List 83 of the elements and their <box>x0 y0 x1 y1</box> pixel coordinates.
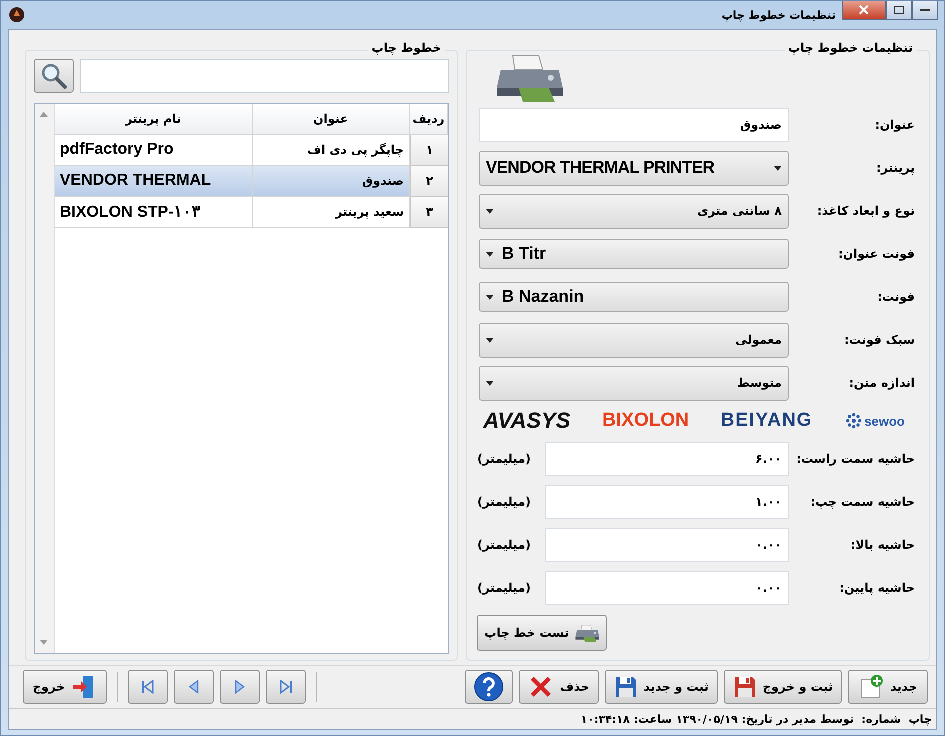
unit-label: (میلیمتر) <box>477 538 531 552</box>
search-icon <box>41 63 67 89</box>
search-button[interactable] <box>34 59 74 93</box>
help-icon <box>474 672 504 702</box>
table-cell: چاپگر پی دی اف <box>253 135 410 166</box>
table-cell: سعید پرینتر <box>253 197 410 228</box>
previous-button[interactable] <box>174 670 214 704</box>
dropdown[interactable]: ۸ سانتی متری <box>479 194 789 228</box>
table-cell: صندوق <box>253 166 410 197</box>
field-label: سبک فونت: <box>843 333 916 347</box>
dropdown[interactable]: معمولی <box>479 322 789 358</box>
window-title: تنظیمات خطوط چاپ <box>722 8 836 22</box>
last-button[interactable] <box>266 670 306 704</box>
unit-label: (میلیمتر) <box>477 452 531 466</box>
group-title: خطوط چاپ <box>368 41 446 55</box>
unit-label: (میلیمتر) <box>477 495 531 509</box>
dropdown-caret-icon <box>486 380 494 386</box>
first-record-icon <box>141 680 155 694</box>
field-label: فونت: <box>876 290 916 304</box>
dropdown[interactable]: B Nazanin <box>479 282 789 312</box>
exit-button[interactable]: خروج <box>23 670 107 704</box>
next-icon <box>235 680 245 694</box>
printer-icon <box>575 624 600 642</box>
field-label: حاشیه پایین: <box>838 581 916 595</box>
brand-logo: BIXOLON <box>602 410 690 432</box>
field-label: حاشیه سمت راست: <box>796 452 916 466</box>
group-title: تنظیمات خطوط چاپ <box>784 41 917 55</box>
brand-logo: BEIYANG <box>720 410 813 432</box>
dropdown-caret-icon <box>486 294 494 300</box>
dot-burst-icon <box>844 412 863 430</box>
close-button[interactable] <box>842 1 886 20</box>
delete-button[interactable]: حذف <box>518 670 599 704</box>
brand-logo: AVASYS <box>483 408 571 434</box>
minimize-icon <box>920 8 930 12</box>
status-text: چاپ شماره: توسط مدیر در تاریخ: ۱۳۹۰/۰۵/۱۹ ساعت: ۱۰:۳۴:۱۸ <box>580 712 932 726</box>
search-field[interactable] <box>80 59 450 93</box>
margin-field[interactable]: ۱.۰۰ <box>545 485 789 519</box>
scroll-down-icon <box>40 640 48 645</box>
dropdown-caret-icon <box>486 208 494 214</box>
test-print-button[interactable]: تست خط چاپ <box>477 615 608 651</box>
table-cell: BIXOLON STP-۱۰۳ <box>55 197 253 228</box>
row-number: ۱ <box>410 135 448 166</box>
column-header[interactable]: عنوان <box>253 104 410 135</box>
dropdown[interactable]: متوسط <box>479 366 789 400</box>
field-label: حاشیه بالا: <box>850 538 916 552</box>
row-number: ۲ <box>410 166 448 197</box>
margin-field[interactable]: ۰.۰۰ <box>545 571 789 605</box>
help-button[interactable] <box>464 670 513 704</box>
last-record-icon <box>279 680 293 694</box>
previous-icon <box>189 680 199 694</box>
first-button[interactable] <box>128 670 168 704</box>
maximize-icon <box>894 6 904 14</box>
new-button[interactable]: جدید <box>848 670 928 704</box>
column-header[interactable]: نام پرینتر <box>55 104 253 135</box>
field-label: اندازه متن: <box>848 376 916 390</box>
unit-label: (میلیمتر) <box>477 581 531 595</box>
minimize-button[interactable] <box>912 1 938 20</box>
dropdown-caret-icon <box>774 166 782 170</box>
column-header[interactable]: ردیف <box>410 104 448 135</box>
field-label: حاشیه سمت چپ: <box>810 495 916 509</box>
field-label: فونت عنوان: <box>837 247 916 261</box>
scrollbar[interactable] <box>35 104 55 653</box>
save-new-button[interactable]: ثبت و جدید <box>604 670 718 704</box>
title-field[interactable]: صندوق <box>479 108 789 142</box>
dropdown[interactable]: B Titr <box>479 239 789 269</box>
maximize-button[interactable] <box>886 1 912 20</box>
row-number: ۳ <box>410 197 448 228</box>
brand-logo: sewoo <box>864 414 905 428</box>
dropdown-caret-icon <box>486 338 494 342</box>
table-cell: pdfFactory Pro <box>55 135 253 166</box>
dropdown[interactable]: VENDOR THERMAL PRINTER <box>479 150 789 186</box>
field-label: نوع و ابعاد کاغذ: <box>816 204 916 218</box>
app-icon <box>9 7 25 23</box>
field-label: پرینتر: <box>875 161 916 175</box>
table-cell: VENDOR THERMAL <box>55 166 253 197</box>
margin-field[interactable]: ۰.۰۰ <box>545 528 789 562</box>
margin-field[interactable]: ۶.۰۰ <box>545 442 789 476</box>
next-button[interactable] <box>220 670 260 704</box>
close-icon <box>859 5 869 15</box>
field-label: عنوان: <box>874 118 916 132</box>
save-exit-button[interactable]: ثبت و خروج <box>724 670 842 704</box>
dropdown-caret-icon <box>486 252 494 256</box>
scroll-up-icon <box>40 112 48 117</box>
